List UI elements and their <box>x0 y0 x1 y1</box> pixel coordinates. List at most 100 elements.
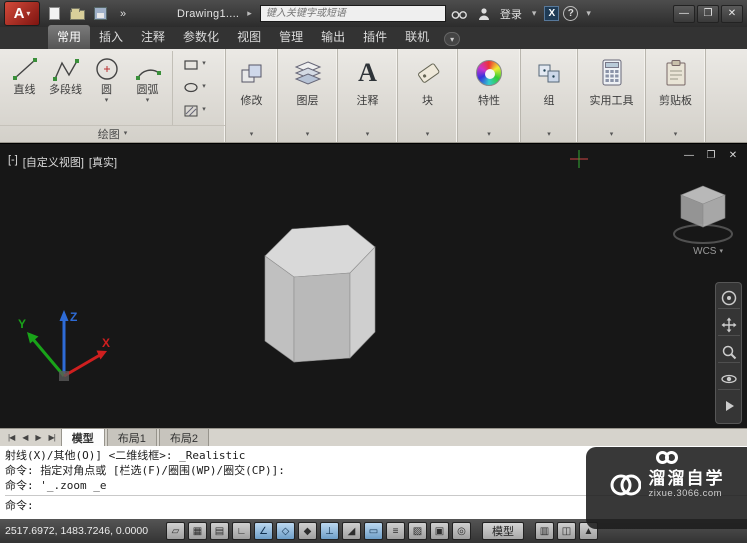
draw-panel-label[interactable]: 绘图 ▾ <box>0 125 225 142</box>
chevron-down-icon: ▾ <box>609 131 614 138</box>
circle-tool-label: 圆 <box>101 84 112 96</box>
navigation-bar <box>715 282 742 424</box>
object-snap-toggle[interactable]: ◇ <box>276 522 295 540</box>
snap-toggle[interactable]: ▦ <box>188 522 207 540</box>
quick-view-layouts-button[interactable]: ▥ <box>535 522 554 540</box>
tab-manage[interactable]: 管理 <box>270 25 312 49</box>
tab-model[interactable]: 模型 <box>60 427 105 448</box>
tab-parametric[interactable]: 参数化 <box>174 25 228 49</box>
grid-toggle[interactable]: ▤ <box>210 522 229 540</box>
new-drawing-button[interactable] <box>44 4 64 24</box>
pan-button[interactable] <box>717 314 740 336</box>
svg-text:Y: Y <box>18 317 26 331</box>
viewcube[interactable] <box>671 180 735 246</box>
viewport-view-control[interactable]: [自定义视图] <box>23 154 84 170</box>
transparency-toggle[interactable]: ▨ <box>408 522 427 540</box>
tab-insert[interactable]: 插入 <box>90 25 132 49</box>
drawing-minimize-button[interactable]: — <box>681 150 697 161</box>
tab-online[interactable]: 联机 <box>396 25 438 49</box>
play-icon <box>725 401 734 411</box>
minimize-button[interactable]: — <box>673 4 695 23</box>
ellipse-tool-button[interactable]: ▾ <box>175 77 214 97</box>
signin-button[interactable]: 登录 <box>500 6 522 22</box>
chevron-down-icon: ▾ <box>249 131 254 138</box>
close-button[interactable]: ✕ <box>721 4 743 23</box>
quick-properties-toggle[interactable]: ▣ <box>430 522 449 540</box>
block-panel-button[interactable]: 块 ▾ <box>398 49 458 142</box>
app-menu-button[interactable]: A ▾ <box>4 1 40 26</box>
viewport-controls-menu[interactable]: [-] <box>8 154 18 170</box>
drawing-restore-button[interactable]: ❐ <box>703 150 719 161</box>
object-snap-tracking-toggle[interactable]: ⊥ <box>320 522 339 540</box>
next-layout-button[interactable]: ▶ <box>31 433 44 442</box>
chevron-down-icon: ▾ <box>305 131 310 138</box>
modify-icon <box>239 56 265 86</box>
ortho-toggle[interactable]: ∟ <box>232 522 251 540</box>
lineweight-toggle[interactable]: ≡ <box>386 522 405 540</box>
tab-layout1[interactable]: 布局1 <box>106 427 157 448</box>
exchange-apps-button[interactable]: X <box>544 6 560 21</box>
tab-annotate[interactable]: 注释 <box>132 25 174 49</box>
clipboard-panel-button[interactable]: 剪贴板 ▾ <box>646 49 706 142</box>
navigation-wheel-button[interactable] <box>717 287 740 309</box>
3d-object-snap-toggle[interactable]: ◆ <box>298 522 317 540</box>
maximize-button[interactable]: ❐ <box>697 4 719 23</box>
layers-panel-label: 图层 <box>296 95 319 107</box>
annotation-panel-button[interactable]: A 注释 ▾ <box>338 49 398 142</box>
open-button[interactable] <box>67 4 87 24</box>
polar-tracking-toggle[interactable]: ∠ <box>254 522 273 540</box>
orbit-button[interactable] <box>717 368 740 390</box>
arc-tool-button[interactable]: 圆弧 ▾ <box>127 51 168 125</box>
arc-icon <box>135 69 161 80</box>
viewport-visual-style-control[interactable]: [真实] <box>89 154 117 170</box>
search-input[interactable] <box>259 5 446 22</box>
chevron-down-icon[interactable]: ▾ <box>146 97 150 104</box>
search-button[interactable] <box>450 4 470 24</box>
last-layout-button[interactable]: ▶| <box>45 433 59 442</box>
ribbon: 直线 多段线 圆 ▾ 圆弧 ▾ ▾ ▾ ▾ 绘图 ▾ 修改 ▾ 图层 ▾ A 注… <box>0 49 747 143</box>
groups-panel-button[interactable]: 组 ▾ <box>521 49 578 142</box>
coordinates-display[interactable]: 2517.6972, 1483.7246, 0.0000 <box>5 525 163 537</box>
polyline-tool-button[interactable]: 多段线 <box>45 51 86 125</box>
layers-panel-button[interactable]: 图层 ▾ <box>278 49 338 142</box>
line-tool-button[interactable]: 直线 <box>4 51 45 125</box>
first-layout-button[interactable]: |◀ <box>4 433 18 442</box>
properties-panel-label: 特性 <box>478 95 500 107</box>
tab-plugins[interactable]: 插件 <box>354 25 396 49</box>
hatch-tool-button[interactable]: ▾ <box>175 100 214 120</box>
color-wheel-icon <box>476 60 502 86</box>
utilities-panel-button[interactable]: 实用工具 ▾ <box>578 49 646 142</box>
hexagonal-prism-object[interactable] <box>255 214 385 371</box>
chevron-down-icon[interactable]: ▾ <box>105 97 109 104</box>
previous-layout-button[interactable]: ◀ <box>18 433 31 442</box>
dynamic-ucs-toggle[interactable]: ◢ <box>342 522 361 540</box>
tab-layout2[interactable]: 布局2 <box>158 427 210 448</box>
save-button[interactable] <box>90 4 110 24</box>
zoom-button[interactable] <box>717 341 740 363</box>
steering-wheel-icon <box>721 290 736 305</box>
help-button[interactable]: ? <box>563 6 579 21</box>
modify-panel-button[interactable]: 修改 ▾ <box>226 49 278 142</box>
rectangle-tool-button[interactable]: ▾ <box>175 54 214 74</box>
qat-more-button[interactable]: » <box>113 4 133 24</box>
showmotion-button[interactable] <box>718 395 740 417</box>
infer-constraints-toggle[interactable]: ▱ <box>166 522 185 540</box>
tab-view[interactable]: 视图 <box>228 25 270 49</box>
dynamic-input-toggle[interactable]: ▭ <box>364 522 383 540</box>
selection-cycling-toggle[interactable]: ◎ <box>452 522 471 540</box>
orbit-icon <box>720 374 737 383</box>
wcs-menu[interactable]: WCS ▾ <box>693 246 723 257</box>
model-space-button[interactable]: 模型 <box>482 522 524 540</box>
ribbon-minimize-button[interactable]: ▾ <box>444 32 461 46</box>
drawing-close-button[interactable]: ✕ <box>725 150 741 161</box>
quick-view-drawings-button[interactable]: ◫ <box>557 522 576 540</box>
help-chevron-icon[interactable]: ▾ <box>586 8 591 19</box>
tab-output[interactable]: 输出 <box>312 25 354 49</box>
rectangle-icon <box>184 59 198 70</box>
circle-tool-button[interactable]: 圆 ▾ <box>86 51 127 125</box>
polyline-icon <box>52 59 79 81</box>
chevron-down-icon[interactable]: ▾ <box>532 8 537 19</box>
drawing-canvas[interactable]: [-] [自定义视图] [真实] — ❐ ✕ WCS ▾ Z Y X <box>0 143 747 428</box>
tab-home[interactable]: 常用 <box>48 25 91 49</box>
properties-panel-button[interactable]: 特性 ▾ <box>458 49 521 142</box>
